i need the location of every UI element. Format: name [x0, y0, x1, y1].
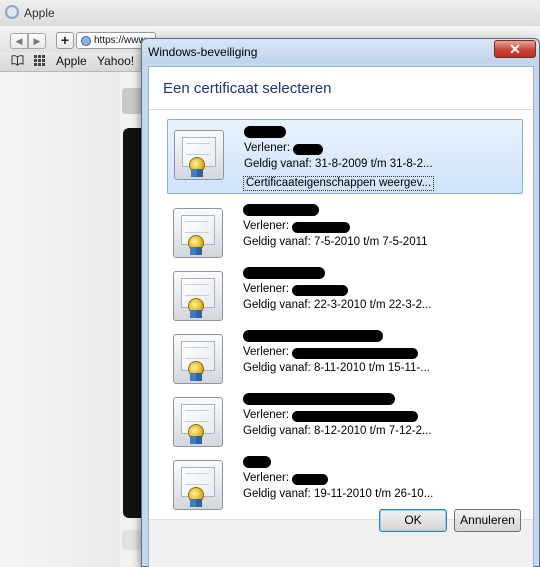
dialog-heading: Een certificaat selecteren — [163, 80, 332, 97]
issuer-value-redacted — [292, 222, 350, 233]
certificate-issuer: Verlener: — [243, 346, 289, 358]
certificate-validity: Geldig vanaf: 8-11-2010 t/m 15-11-... — [243, 362, 430, 374]
certificate-icon — [173, 271, 223, 321]
certificate-icon — [173, 460, 223, 510]
top-sites-grid-icon[interactable] — [34, 55, 45, 66]
issuer-value-redacted — [293, 144, 323, 155]
certificate-name-redacted — [244, 126, 286, 138]
bookmark-apple[interactable]: Apple — [56, 54, 87, 68]
certificate-issuer: Verlener: — [243, 283, 289, 295]
book-icon[interactable] — [11, 55, 24, 66]
issuer-label: Verlener: — [243, 409, 290, 421]
certificate-icon — [173, 208, 223, 258]
certificate-name-redacted — [243, 456, 271, 468]
certificate-validity: Geldig vanaf: 31-8-2009 t/m 31-8-2... — [244, 158, 433, 170]
browser-title: Apple — [24, 6, 55, 20]
issuer-label: Verlener: — [243, 472, 290, 484]
certificate-issuer: Verlener: — [243, 220, 289, 232]
bookmark-yahoo[interactable]: Yahoo! — [97, 54, 134, 68]
issuer-label: Verlener: — [243, 346, 290, 358]
cancel-button[interactable]: Annuleren — [454, 509, 521, 532]
address-text: https://www — [94, 35, 146, 46]
ok-button[interactable]: OK — [379, 509, 447, 532]
certificate-issuer: Verlener: — [243, 409, 289, 421]
certificate-issuer: Verlener: — [244, 142, 290, 154]
certificate-name-redacted — [243, 204, 319, 216]
forward-button[interactable]: ▶ — [28, 33, 46, 49]
close-button[interactable]: ✕ — [494, 40, 536, 58]
close-icon: ✕ — [509, 41, 521, 57]
dialog-body: Een certificaat selecteren Verlener: Gel… — [148, 66, 534, 567]
certificate-name-redacted — [243, 393, 395, 405]
certificate-item[interactable]: Verlener: Geldig vanaf: 8-11-2010 t/m 15… — [167, 324, 523, 387]
browser-content-left — [0, 72, 120, 567]
certificate-icon — [174, 130, 224, 180]
issuer-label: Verlener: — [243, 283, 290, 295]
certificate-item[interactable]: Verlener: Geldig vanaf: 7-5-2010 t/m 7-5… — [167, 198, 523, 261]
issuer-label: Verlener: — [244, 142, 291, 154]
certificate-validity: Geldig vanaf: 19-11-2010 t/m 26-10... — [243, 488, 434, 500]
certificate-item[interactable]: Verlener: Geldig vanaf: 22-3-2010 t/m 22… — [167, 261, 523, 324]
certificate-validity: Geldig vanaf: 22-3-2010 t/m 22-3-2... — [243, 299, 432, 311]
globe-icon — [81, 36, 91, 46]
browser-titlebar — [0, 0, 540, 26]
certificate-icon — [173, 334, 223, 384]
issuer-value-redacted — [292, 474, 328, 485]
issuer-label: Verlener: — [243, 220, 290, 232]
certificate-name-redacted — [243, 267, 325, 279]
back-button[interactable]: ◀ — [10, 33, 28, 49]
certificate-validity: Geldig vanaf: 7-5-2010 t/m 7-5-2011 — [243, 236, 428, 248]
dialog-title: Windows-beveiliging — [148, 45, 258, 59]
divider — [149, 109, 533, 110]
certificate-name-redacted — [243, 330, 383, 342]
issuer-value-redacted — [292, 348, 418, 359]
view-certificate-properties-link[interactable]: Certificaateigenschappen weergev... — [243, 176, 435, 191]
issuer-value-redacted — [292, 285, 348, 296]
certificate-validity: Geldig vanaf: 8-12-2010 t/m 7-12-2... — [243, 425, 432, 437]
issuer-value-redacted — [292, 411, 418, 422]
certificate-issuer: Verlener: — [243, 472, 289, 484]
certificate-item[interactable]: Verlener: Geldig vanaf: 31-8-2009 t/m 31… — [167, 119, 523, 194]
certificate-dialog: Windows-beveiliging ✕ Een certificaat se… — [141, 38, 540, 567]
certificate-item[interactable]: Verlener: Geldig vanaf: 19-11-2010 t/m 2… — [167, 450, 523, 513]
add-bookmark-button[interactable]: + — [56, 32, 74, 49]
certificate-item[interactable]: Verlener: Geldig vanaf: 8-12-2010 t/m 7-… — [167, 387, 523, 450]
certificate-icon — [173, 397, 223, 447]
apple-app-icon — [5, 5, 19, 19]
